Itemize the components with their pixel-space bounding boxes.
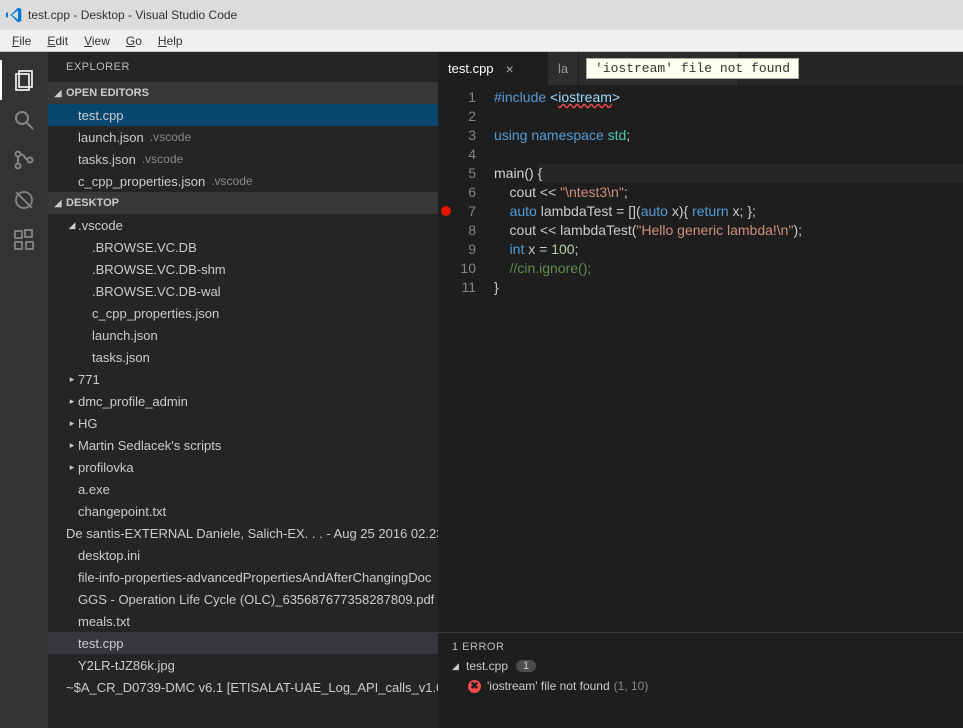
section-folder[interactable]: ◢ DESKTOP <box>48 192 438 214</box>
open-editor-item[interactable]: launch.json.vscode <box>48 126 438 148</box>
tree-file[interactable]: De santis-EXTERNAL Daniele, Salich-EX. .… <box>48 522 438 544</box>
tree-file[interactable]: .BROWSE.VC.DB-shm <box>48 258 438 280</box>
open-editor-item[interactable]: test.cpp <box>48 104 438 126</box>
chevron-right-icon: ▸ <box>66 462 78 473</box>
vscode-logo-icon <box>6 7 22 23</box>
tree-file[interactable]: .BROWSE.VC.DB-wal <box>48 280 438 302</box>
chevron-right-icon: ▸ <box>66 374 78 385</box>
tree-file[interactable]: Y2LR-tJZ86k.jpg <box>48 654 438 676</box>
tree-file[interactable]: meals.txt <box>48 610 438 632</box>
tree-file[interactable]: ~$A_CR_D0739-DMC v6.1 [ETISALAT-UAE_Log_… <box>48 676 438 698</box>
tree-folder[interactable]: ▸Martin Sedlacek's scripts <box>48 434 438 456</box>
problems-panel: 1 ERROR ◢ test.cpp 1 ✖ 'iostream' file n… <box>438 632 963 728</box>
tree-file[interactable]: .BROWSE.VC.DB <box>48 236 438 258</box>
tree-folder[interactable]: ▸dmc_profile_admin <box>48 390 438 412</box>
tree-file[interactable]: launch.json <box>48 324 438 346</box>
chevron-down-icon: ◢ <box>452 661 462 672</box>
sidebar-explorer: EXPLORER ◢ OPEN EDITORS test.cpplaunch.j… <box>48 52 438 728</box>
chevron-right-icon: ▸ <box>66 440 78 451</box>
explorer-icon[interactable] <box>0 60 48 100</box>
tree-file[interactable]: test.cpp <box>48 632 438 654</box>
menu-edit[interactable]: Edit <box>39 32 76 50</box>
section-open-editors[interactable]: ◢ OPEN EDITORS <box>48 82 438 104</box>
chevron-down-icon: ◢ <box>66 220 78 231</box>
chevron-right-icon: ▸ <box>66 396 78 407</box>
code-editor[interactable]: 1234567891011 #include <iostream> using … <box>438 85 963 632</box>
tree-file[interactable]: desktop.ini <box>48 544 438 566</box>
open-editor-item[interactable]: tasks.json.vscode <box>48 148 438 170</box>
window-titlebar: test.cpp - Desktop - Visual Studio Code <box>0 0 963 30</box>
error-count-badge: 1 <box>516 660 536 672</box>
sidebar-title: EXPLORER <box>48 52 438 82</box>
tree-file[interactable]: tasks.json <box>48 346 438 368</box>
menu-view[interactable]: View <box>76 32 118 50</box>
editor-tab[interactable]: test.cpp× <box>438 52 548 85</box>
menubar: FileEditViewGoHelp <box>0 30 963 52</box>
open-editor-item[interactable]: c_cpp_properties.json.vscode <box>48 170 438 192</box>
breakpoint-icon[interactable] <box>441 206 451 216</box>
tree-file[interactable]: a.exe <box>48 478 438 500</box>
line-gutter: 1234567891011 <box>454 85 494 632</box>
menu-help[interactable]: Help <box>150 32 191 50</box>
chevron-down-icon: ◢ <box>52 88 64 99</box>
tree-file[interactable]: GGS - Operation Life Cycle (OLC)_6356876… <box>48 588 438 610</box>
hover-tooltip: 'iostream' file not found <box>586 58 799 79</box>
tree-file[interactable]: c_cpp_properties.json <box>48 302 438 324</box>
git-icon[interactable] <box>0 140 48 180</box>
tree-folder[interactable]: ◢.vscode <box>48 214 438 236</box>
problems-file-row[interactable]: ◢ test.cpp 1 <box>438 655 963 677</box>
error-icon: ✖ <box>468 680 481 693</box>
panel-title: 1 ERROR <box>438 639 963 655</box>
menu-go[interactable]: Go <box>118 32 150 50</box>
tree-folder[interactable]: ▸HG <box>48 412 438 434</box>
tree-folder[interactable]: ▸771 <box>48 368 438 390</box>
close-icon[interactable]: × <box>506 61 514 77</box>
debug-icon[interactable] <box>0 180 48 220</box>
chevron-right-icon: ▸ <box>66 418 78 429</box>
editor-area: test.cpp×lac_cpp_properties.json'iostrea… <box>438 52 963 728</box>
problems-error-row[interactable]: ✖ 'iostream' file not found (1, 10) <box>438 677 963 695</box>
window-title: test.cpp - Desktop - Visual Studio Code <box>28 8 237 22</box>
tab-bar: test.cpp×lac_cpp_properties.json'iostrea… <box>438 52 963 85</box>
activity-bar <box>0 52 48 728</box>
tree-folder[interactable]: ▸profilovka <box>48 456 438 478</box>
tree-file[interactable]: file-info-properties-advancedPropertiesA… <box>48 566 438 588</box>
search-icon[interactable] <box>0 100 48 140</box>
tree-file[interactable]: changepoint.txt <box>48 500 438 522</box>
menu-file[interactable]: File <box>4 32 39 50</box>
chevron-down-icon: ◢ <box>52 198 64 209</box>
editor-tab[interactable]: la <box>548 52 579 85</box>
extensions-icon[interactable] <box>0 220 48 260</box>
